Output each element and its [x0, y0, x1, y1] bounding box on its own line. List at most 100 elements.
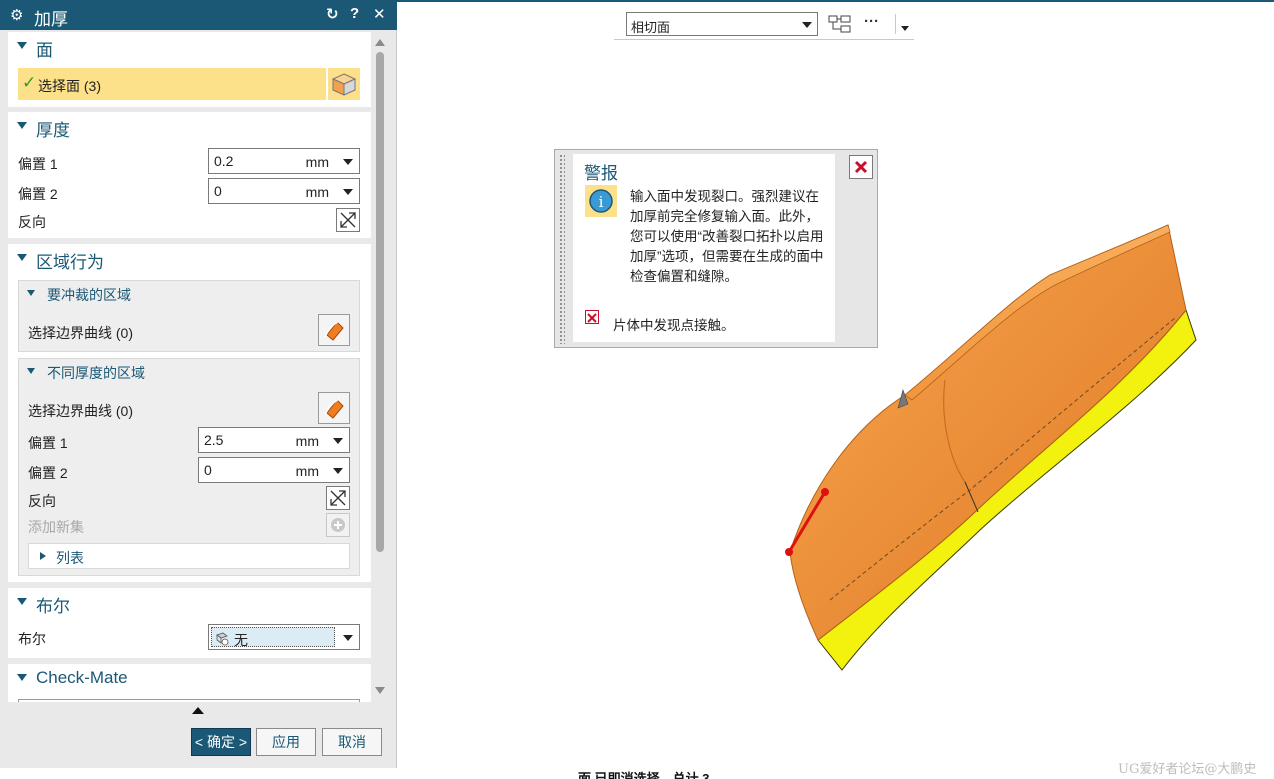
boolean-none-icon [216, 632, 229, 646]
offset1-value: 0.2 [214, 153, 234, 169]
dropdown-arrow-icon[interactable] [343, 635, 353, 641]
section-title: Check-Mate [36, 668, 128, 687]
thickness-section: 厚度 偏置 1 0.2 mm 偏置 2 0 mm 反向 [8, 112, 371, 238]
checkmate-field[interactable] [18, 699, 360, 702]
close-icon[interactable]: ✕ [373, 5, 386, 23]
selection-toolbar: 相切面 ··· [614, 8, 914, 40]
checkmate-section-header[interactable]: Check-Mate [8, 664, 371, 692]
select-curve-button[interactable] [318, 314, 350, 346]
toolbar-dropdown-icon[interactable] [901, 26, 909, 31]
thicken-dialog: ⚙ 加厚 ↻ ? ✕ 面 ✓ 选择面 (3) 厚度 偏置 1 0.2 mm 偏置… [0, 0, 397, 768]
select-curve-button[interactable] [318, 392, 350, 424]
scroll-up-icon[interactable] [375, 39, 385, 46]
warning-message: 输入面中发现裂口。强烈建议在加厚前完全修复输入面。此外，您可以使用“改善裂口拓扑… [630, 189, 824, 284]
curve-select-icon [324, 320, 344, 341]
checkmark-icon: ✓ [22, 73, 37, 92]
close-icon [854, 160, 868, 174]
warning-title: 警报 [584, 164, 618, 183]
offset2-field[interactable]: 0 mm [208, 178, 360, 204]
boolean-selected-item: 无 [211, 627, 335, 648]
diff-offset1-value: 2.5 [204, 432, 224, 448]
offset1-field[interactable]: 0.2 mm [208, 148, 360, 174]
ok-button[interactable]: < 确定 > [191, 728, 251, 756]
subsection-title: 不同厚度的区域 [47, 365, 145, 381]
offset1-unit: mm [305, 154, 329, 170]
checkmate-section: Check-Mate [8, 664, 371, 702]
dropdown-arrow-icon[interactable] [333, 468, 343, 474]
add-set-label: 添加新集 [28, 519, 84, 535]
section-title: 区域行为 [36, 253, 104, 272]
select-face-row[interactable]: ✓ 选择面 (3) [18, 68, 326, 100]
diff-thickness-panel: 不同厚度的区域 选择边界曲线 (0) 偏置 1 2.5 mm 偏置 2 0 mm… [18, 358, 360, 576]
list-expander[interactable]: 列表 [28, 543, 350, 569]
warning-close-button[interactable] [849, 155, 873, 179]
list-label: 列表 [56, 550, 84, 566]
collapse-up-icon[interactable] [192, 707, 204, 714]
scroll-thumb[interactable] [376, 52, 384, 552]
collapse-triangle-icon [17, 254, 27, 261]
section-title: 厚度 [36, 121, 70, 140]
error-icon [585, 310, 599, 324]
collapse-triangle-icon [17, 598, 27, 605]
collapse-triangle-icon [17, 122, 27, 129]
diff-offset2-unit: mm [295, 463, 319, 479]
warning-dialog: 警报 i 输入面中发现裂口。强烈建议在加厚前完全修复输入面。此外，您可以使用“改… [554, 149, 878, 348]
diff-reverse-label: 反向 [28, 493, 56, 509]
boolean-value: 无 [234, 632, 248, 648]
face-rule-value: 相切面 [631, 20, 671, 35]
boolean-label: 布尔 [18, 631, 46, 647]
status-bar-text: 面 已即消选择，总计 3 [578, 771, 710, 779]
boolean-select[interactable]: 无 [208, 624, 360, 650]
diff-thickness-header[interactable]: 不同厚度的区域 [19, 359, 359, 387]
subsection-title: 要冲裁的区域 [47, 287, 131, 303]
selection-tree-icon[interactable] [827, 13, 853, 35]
diff-offset1-label: 偏置 1 [28, 435, 68, 451]
collapse-triangle-icon [27, 290, 35, 296]
offset2-unit: mm [305, 184, 329, 200]
toolbar-divider [895, 14, 896, 34]
dropdown-arrow-icon[interactable] [343, 159, 353, 165]
face-rule-select[interactable]: 相切面 [626, 12, 818, 36]
boolean-section-header[interactable]: 布尔 [8, 588, 371, 616]
help-icon[interactable]: ? [350, 5, 359, 22]
punch-boundary-label: 选择边界曲线 (0) [28, 325, 133, 341]
section-title: 布尔 [36, 597, 70, 616]
dropdown-arrow-icon[interactable] [343, 189, 353, 195]
dropdown-arrow-icon[interactable] [333, 438, 343, 444]
section-title: 面 [36, 41, 53, 60]
dropdown-arrow-icon[interactable] [802, 22, 812, 28]
collapse-triangle-icon [17, 674, 27, 681]
punch-region-header[interactable]: 要冲裁的区域 [19, 281, 359, 309]
offset1-label: 偏置 1 [18, 156, 58, 172]
reverse-arrows-icon [340, 212, 356, 228]
thickness-section-header[interactable]: 厚度 [8, 112, 371, 140]
warning-body: 警报 i 输入面中发现裂口。强烈建议在加厚前完全修复输入面。此外，您可以使用“改… [573, 154, 835, 342]
diff-boundary-label: 选择边界曲线 (0) [28, 403, 133, 419]
select-face-button[interactable] [328, 68, 360, 100]
face-section: 面 ✓ 选择面 (3) [8, 32, 371, 107]
reset-icon[interactable]: ↻ [326, 5, 339, 23]
scroll-down-icon[interactable] [375, 687, 385, 694]
dialog-titlebar[interactable]: ⚙ 加厚 ↻ ? ✕ [0, 0, 397, 30]
region-section-header[interactable]: 区域行为 [8, 244, 371, 272]
diff-reverse-button[interactable] [326, 486, 350, 510]
punch-region-panel: 要冲裁的区域 选择边界曲线 (0) [18, 280, 360, 352]
apply-button[interactable]: 应用 [256, 728, 316, 756]
dialog-scrollbar[interactable] [373, 32, 387, 702]
boolean-section: 布尔 布尔 无 [8, 588, 371, 658]
drag-grip-handle[interactable] [559, 154, 565, 344]
reverse-label: 反向 [18, 214, 46, 230]
cancel-button[interactable]: 取消 [322, 728, 382, 756]
diff-offset1-field[interactable]: 2.5 mm [198, 427, 350, 453]
reverse-direction-button[interactable] [336, 208, 360, 232]
add-set-button[interactable] [326, 513, 350, 537]
error-message: 片体中发现点接触。 [613, 318, 735, 333]
select-face-label: 选择面 (3) [38, 78, 101, 94]
add-circle-icon [331, 518, 345, 532]
more-options-icon[interactable]: ··· [864, 13, 879, 30]
diff-offset2-label: 偏置 2 [28, 465, 68, 481]
diff-offset1-unit: mm [295, 433, 319, 449]
diff-offset2-field[interactable]: 0 mm [198, 457, 350, 483]
face-section-header[interactable]: 面 [8, 32, 371, 60]
region-section: 区域行为 要冲裁的区域 选择边界曲线 (0) 不同厚度的区域 选择边界曲线 (0… [8, 244, 371, 582]
